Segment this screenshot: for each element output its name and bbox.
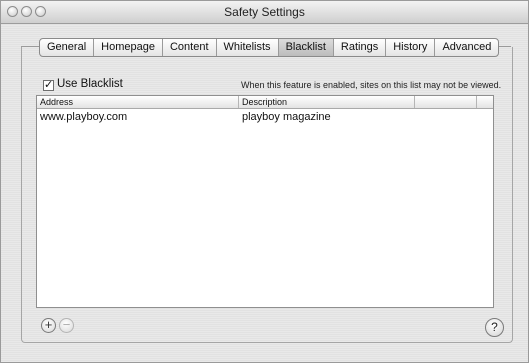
tab-ratings[interactable]: Ratings xyxy=(334,39,387,56)
tab-whitelists[interactable]: Whitelists xyxy=(217,39,279,56)
column-divider[interactable] xyxy=(238,96,239,108)
window-title: Safety Settings xyxy=(224,5,305,19)
use-blacklist-label[interactable]: Use Blacklist xyxy=(57,78,123,90)
tab-bar: General Homepage Content Whitelists Blac… xyxy=(39,38,500,57)
row-address: www.playboy.com xyxy=(40,111,128,123)
column-divider[interactable] xyxy=(476,96,477,108)
row-description: playboy magazine xyxy=(242,111,331,123)
add-site-button[interactable]: + xyxy=(41,318,56,333)
column-divider[interactable] xyxy=(414,96,415,108)
tab-general[interactable]: General xyxy=(40,39,95,56)
tab-homepage[interactable]: Homepage xyxy=(94,39,163,56)
help-button[interactable]: ? xyxy=(485,318,504,337)
remove-site-button[interactable]: − xyxy=(59,318,74,333)
column-header-address[interactable]: Address xyxy=(40,96,73,108)
safety-settings-window: Safety Settings General Homepage Content… xyxy=(0,0,529,363)
table-header: Address Description xyxy=(37,96,493,109)
blacklist-hint-text: When this feature is enabled, sites on t… xyxy=(241,80,502,90)
tab-blacklist[interactable]: Blacklist xyxy=(278,39,334,56)
title-bar: Safety Settings xyxy=(1,1,528,24)
tab-content[interactable]: Content xyxy=(163,39,217,56)
tab-history[interactable]: History xyxy=(386,39,436,56)
use-blacklist-checkbox[interactable]: ✓ xyxy=(43,80,54,91)
tab-advanced[interactable]: Advanced xyxy=(435,39,498,56)
blacklist-table[interactable]: Address Description www.playboy.com play… xyxy=(36,95,494,308)
table-row[interactable]: www.playboy.com playboy magazine xyxy=(37,110,493,124)
column-header-description[interactable]: Description xyxy=(242,96,287,108)
